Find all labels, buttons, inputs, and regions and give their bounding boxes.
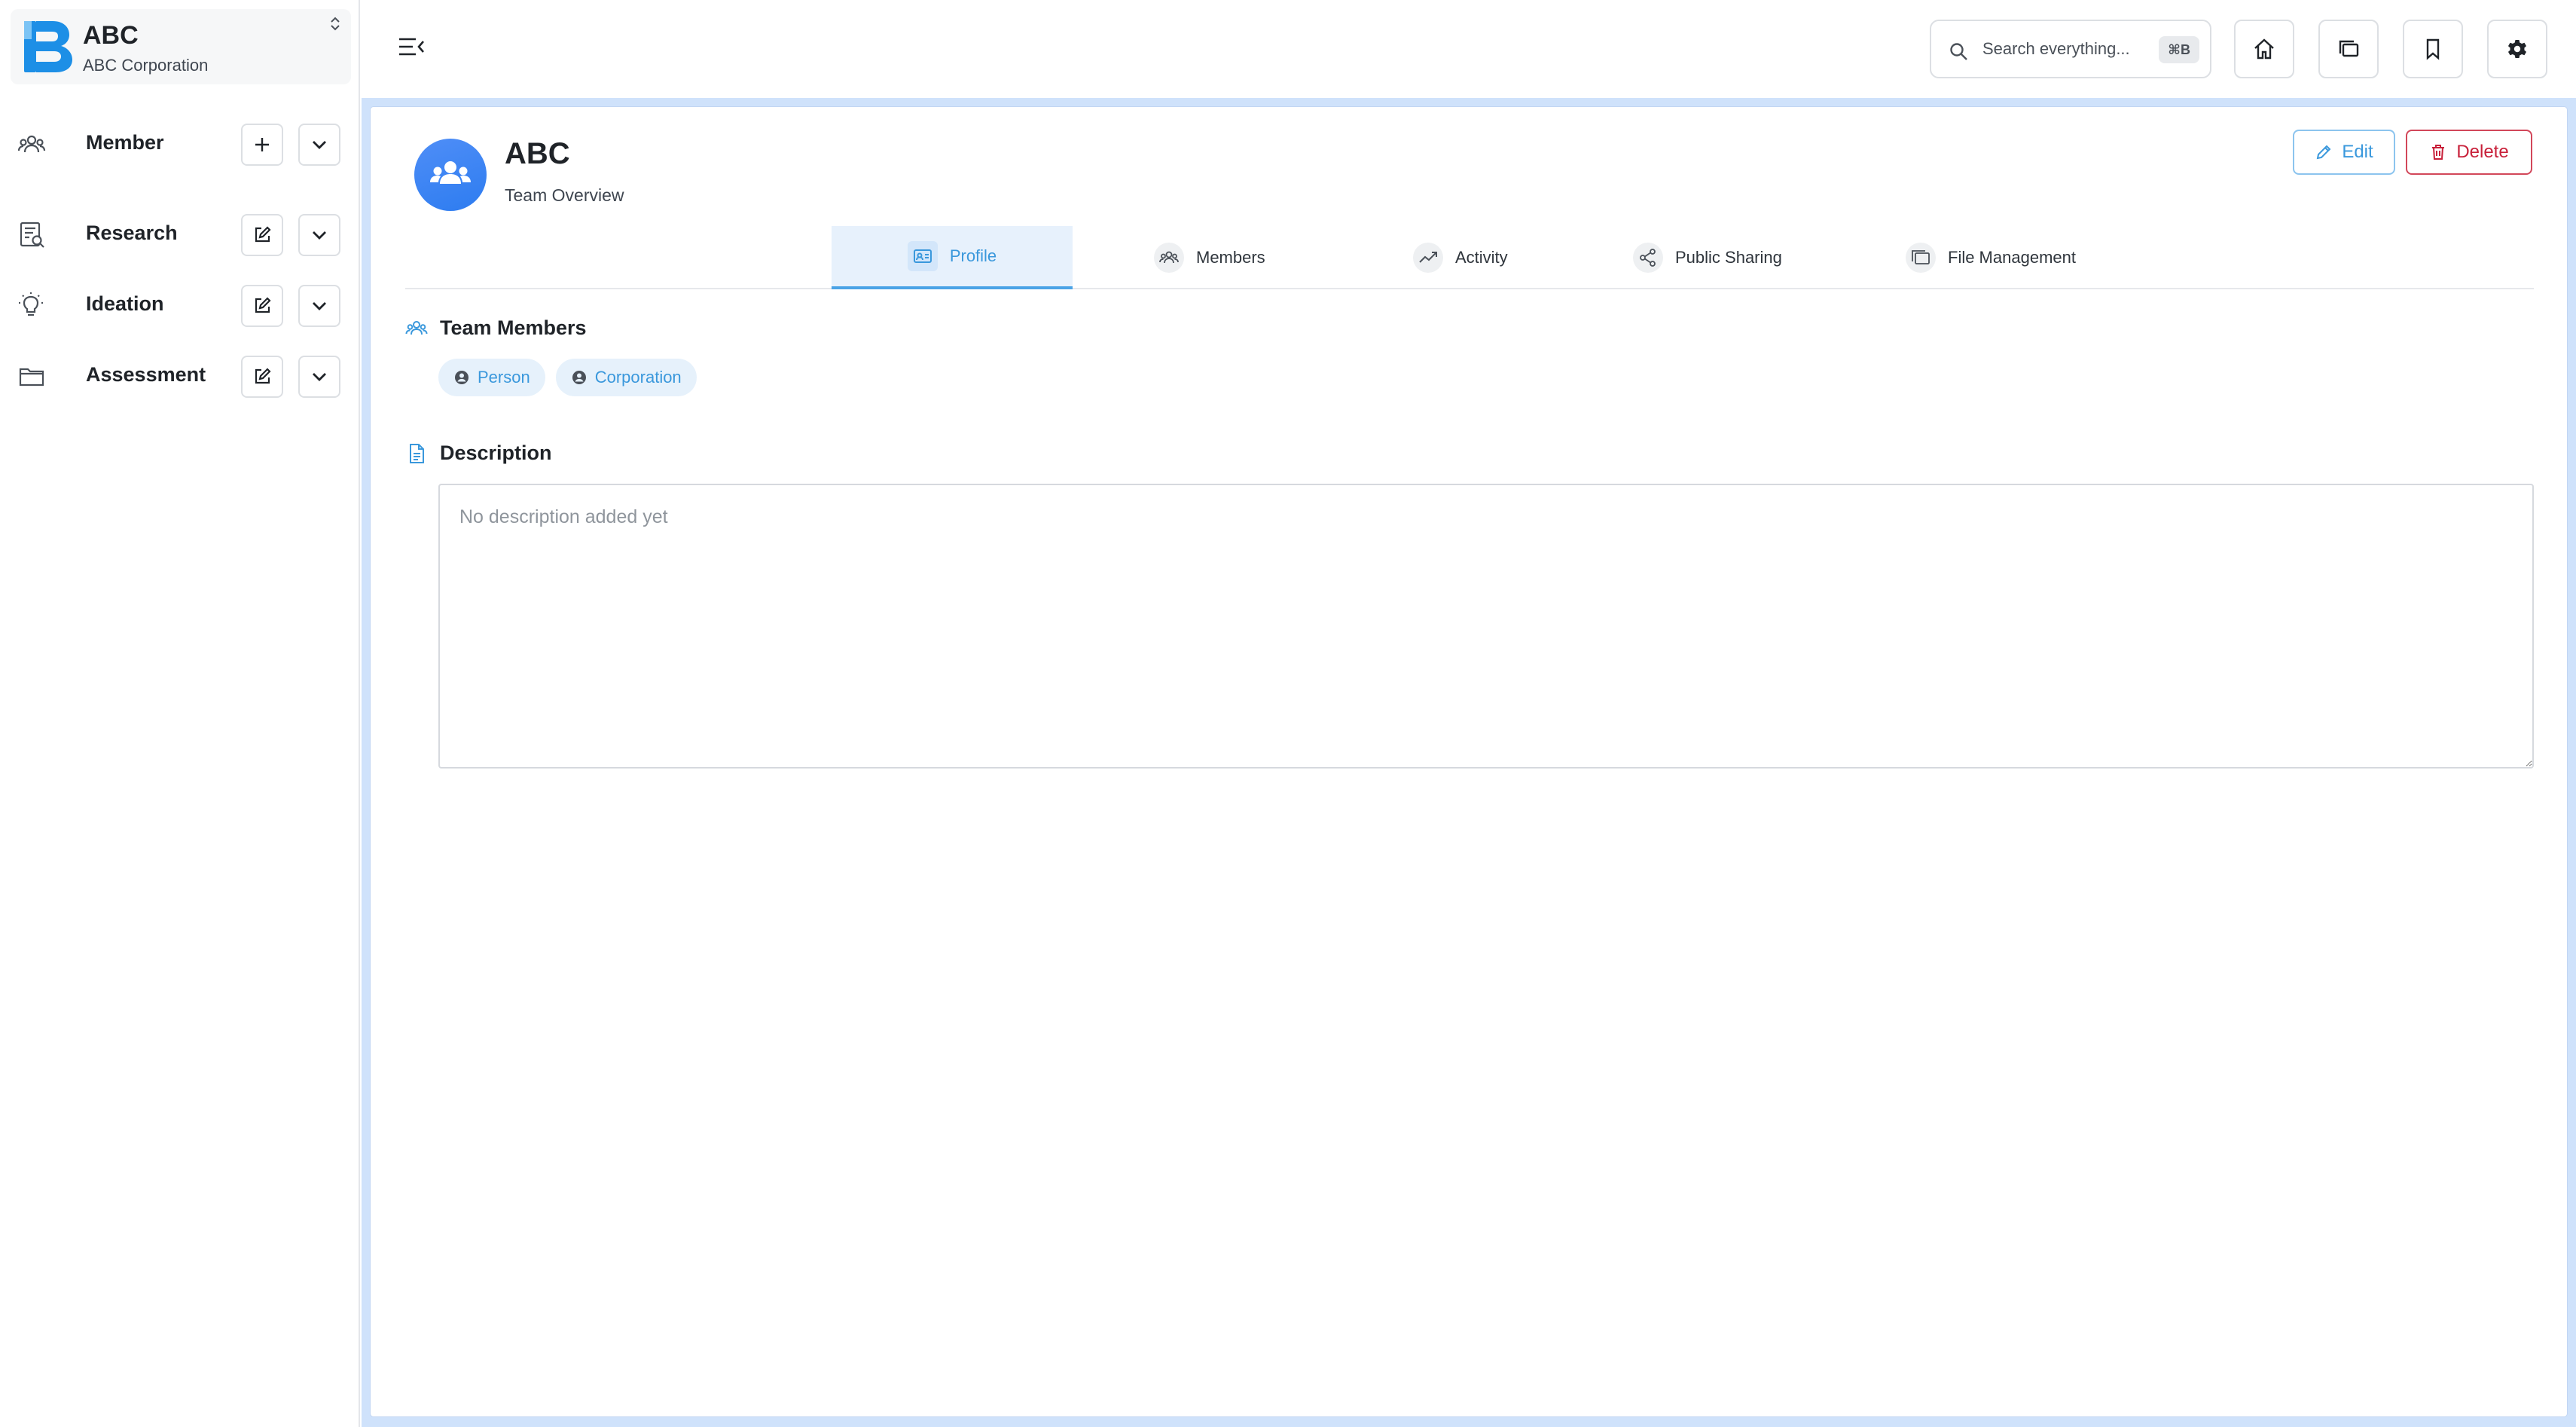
tab-activity[interactable]: Activity <box>1402 226 1518 289</box>
section-title: Team Members <box>440 316 587 339</box>
member-chip-person[interactable]: Person <box>438 359 545 396</box>
chevron-down-icon <box>310 367 329 387</box>
sidebar: ABC ABC Corporation Member Research Idea… <box>0 0 360 1427</box>
page-subtitle: Team Overview <box>505 185 624 205</box>
menu-collapse-icon[interactable] <box>396 32 426 62</box>
research-icon <box>17 220 47 250</box>
home-button[interactable] <box>2234 20 2294 78</box>
edit-icon <box>252 296 272 316</box>
expand-research-button[interactable] <box>298 214 340 256</box>
edit-research-button[interactable] <box>241 214 283 256</box>
team-card: ABC Team Overview Edit Delete Profile Me… <box>371 107 2567 1416</box>
main-content: ABC Team Overview Edit Delete Profile Me… <box>362 98 2576 1427</box>
bookmark-icon <box>2421 37 2445 61</box>
chevron-down-icon <box>310 296 329 316</box>
search-input[interactable]: Search everything... ⌘B <box>1930 20 2211 78</box>
edit-icon <box>252 225 272 245</box>
tab-label: Profile <box>949 246 997 265</box>
chip-label: Corporation <box>594 368 682 387</box>
expand-member-button[interactable] <box>298 124 340 166</box>
trend-icon <box>1413 243 1443 273</box>
sidebar-item-member[interactable]: Member <box>0 116 360 170</box>
edit-ideation-button[interactable] <box>241 285 283 327</box>
edit-assessment-button[interactable] <box>241 356 283 398</box>
expand-ideation-button[interactable] <box>298 285 340 327</box>
folders-icon <box>1906 243 1936 273</box>
user-circle-icon <box>571 369 588 386</box>
chevron-down-icon <box>310 225 329 245</box>
sidebar-item-ideation[interactable]: Ideation <box>0 277 360 332</box>
search-shortcut-badge: ⌘B <box>2159 36 2199 63</box>
team-members-heading: Team Members <box>405 316 587 340</box>
member-chip-list: Person Corporation <box>438 359 697 396</box>
delete-button[interactable]: Delete <box>2406 130 2532 175</box>
add-icon <box>252 135 272 154</box>
team-avatar <box>414 139 487 211</box>
org-subtitle: ABC Corporation <box>83 56 209 75</box>
gear-icon <box>2505 37 2529 61</box>
collections-icon <box>2336 37 2361 61</box>
tab-label: Public Sharing <box>1675 248 1782 267</box>
sidebar-item-label: Member <box>86 131 164 154</box>
description-heading: Description <box>405 442 552 465</box>
edit-button[interactable]: Edit <box>2293 130 2395 175</box>
org-switcher[interactable]: ABC ABC Corporation <box>11 9 351 84</box>
bookmark-button[interactable] <box>2403 20 2463 78</box>
people-icon <box>405 317 428 340</box>
document-icon <box>405 442 428 465</box>
top-bar: Search everything... ⌘B <box>362 0 2576 98</box>
org-logo <box>20 18 77 75</box>
lightbulb-icon <box>17 291 47 321</box>
team-icon <box>428 152 473 197</box>
tab-members[interactable]: Members <box>1143 226 1276 289</box>
org-name: ABC <box>83 21 139 50</box>
expand-assessment-button[interactable] <box>298 356 340 398</box>
sidebar-item-label: Research <box>86 222 178 244</box>
tab-label: File Management <box>1948 248 2076 267</box>
id-card-icon <box>907 241 938 271</box>
search-icon <box>1948 41 1969 62</box>
edit-button-label: Edit <box>2342 142 2373 162</box>
page-title: ABC <box>505 137 570 170</box>
collections-button[interactable] <box>2318 20 2379 78</box>
add-member-button[interactable] <box>241 124 283 166</box>
chip-label: Person <box>478 368 530 387</box>
tab-public-sharing[interactable]: Public Sharing <box>1622 226 1793 289</box>
tab-label: Activity <box>1455 248 1508 267</box>
sidebar-item-label: Ideation <box>86 292 164 315</box>
sidebar-item-assessment[interactable]: Assessment <box>0 348 360 402</box>
delete-button-label: Delete <box>2456 142 2509 162</box>
sidebar-item-research[interactable]: Research <box>0 206 360 261</box>
people-icon <box>1154 243 1184 273</box>
section-title: Description <box>440 442 552 464</box>
pencil-icon <box>2315 143 2333 161</box>
tab-bar: Profile Members Activity Public Sharing <box>405 226 2534 289</box>
search-placeholder: Search everything... <box>1982 39 2130 58</box>
settings-button[interactable] <box>2487 20 2547 78</box>
user-circle-icon <box>453 369 470 386</box>
folder-icon <box>17 362 47 392</box>
description-textarea[interactable] <box>438 484 2534 769</box>
home-icon <box>2252 37 2276 61</box>
chevron-down-icon <box>310 135 329 154</box>
share-icon <box>1633 243 1663 273</box>
member-chip-corporation[interactable]: Corporation <box>555 359 697 396</box>
tab-profile[interactable]: Profile <box>832 226 1073 289</box>
people-icon <box>17 130 47 160</box>
tab-label: Members <box>1196 248 1265 267</box>
chevron-up-down-icon[interactable] <box>327 15 343 32</box>
sidebar-item-label: Assessment <box>86 363 206 386</box>
trash-icon <box>2429 143 2447 161</box>
tab-file-management[interactable]: File Management <box>1895 226 2086 289</box>
edit-icon <box>252 367 272 387</box>
